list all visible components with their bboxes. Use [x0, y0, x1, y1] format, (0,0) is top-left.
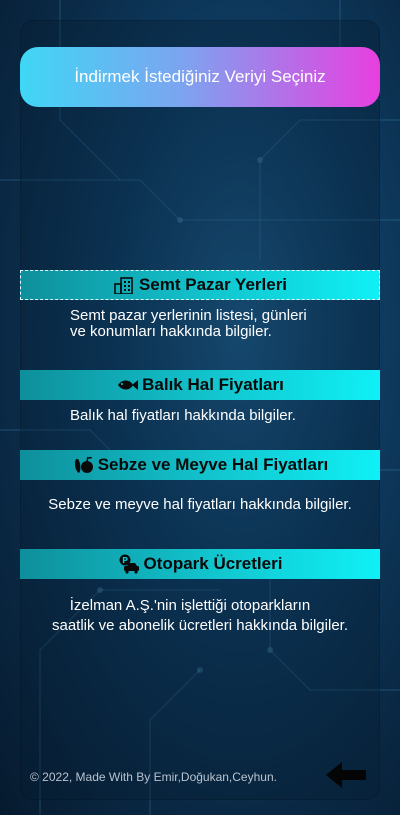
- description-line: Semt pazar yerlerinin listesi, günleri: [70, 307, 307, 324]
- section-sebze-meyve-hal-fiyatlari-button[interactable]: Sebze ve Meyve Hal Fiyatları: [20, 450, 380, 480]
- section-semt-pazar-yerleri-button[interactable]: Semt Pazar Yerleri: [20, 270, 380, 300]
- building-icon: [113, 275, 135, 295]
- section-title: Semt Pazar Yerleri: [138, 275, 288, 294]
- back-arrow-icon[interactable]: [322, 758, 368, 792]
- description-line: Balık hal fiyatları hakkında bilgiler.: [70, 407, 296, 424]
- section-description: İzelman A.Ş.'nin işlettiği otoparkların …: [20, 598, 380, 634]
- section-title: Sebze ve Meyve Hal Fiyatları: [97, 455, 329, 474]
- page-title-text: İndirmek İstediğiniz Veriyi Seçiniz: [74, 67, 326, 86]
- parking-icon: P: [118, 554, 140, 574]
- section-description: Sebze ve meyve hal fiyatları hakkında bi…: [20, 497, 380, 513]
- description-line: Sebze ve meyve hal fiyatları hakkında bi…: [48, 496, 352, 513]
- section-title: Otopark Ücretleri: [143, 554, 283, 573]
- description-line: saatlik ve abonelik ücretleri hakkında b…: [52, 617, 348, 634]
- description-line: İzelman A.Ş.'nin işlettiği otoparkların: [69, 597, 311, 614]
- svg-text:P: P: [122, 556, 128, 565]
- section-balik-hal-fiyatlari-button[interactable]: Balık Hal Fiyatları: [20, 370, 380, 400]
- page-title: İndirmek İstediğiniz Veriyi Seçiniz: [20, 47, 380, 107]
- section-otopark-ucretleri-button[interactable]: P Otopark Ücretleri: [20, 549, 380, 579]
- fruit-icon: [72, 455, 94, 475]
- section-title: Balık Hal Fiyatları: [142, 375, 284, 394]
- description-line: ve konumları hakkında bilgiler.: [70, 323, 272, 340]
- section-description: Balık hal fiyatları hakkında bilgiler.: [20, 408, 380, 424]
- section-description: Semt pazar yerlerinin listesi, günleri v…: [20, 308, 380, 340]
- footer-credit: © 2022, Made With By Emir,Doğukan,Ceyhun…: [30, 770, 277, 784]
- fish-icon: [116, 375, 139, 395]
